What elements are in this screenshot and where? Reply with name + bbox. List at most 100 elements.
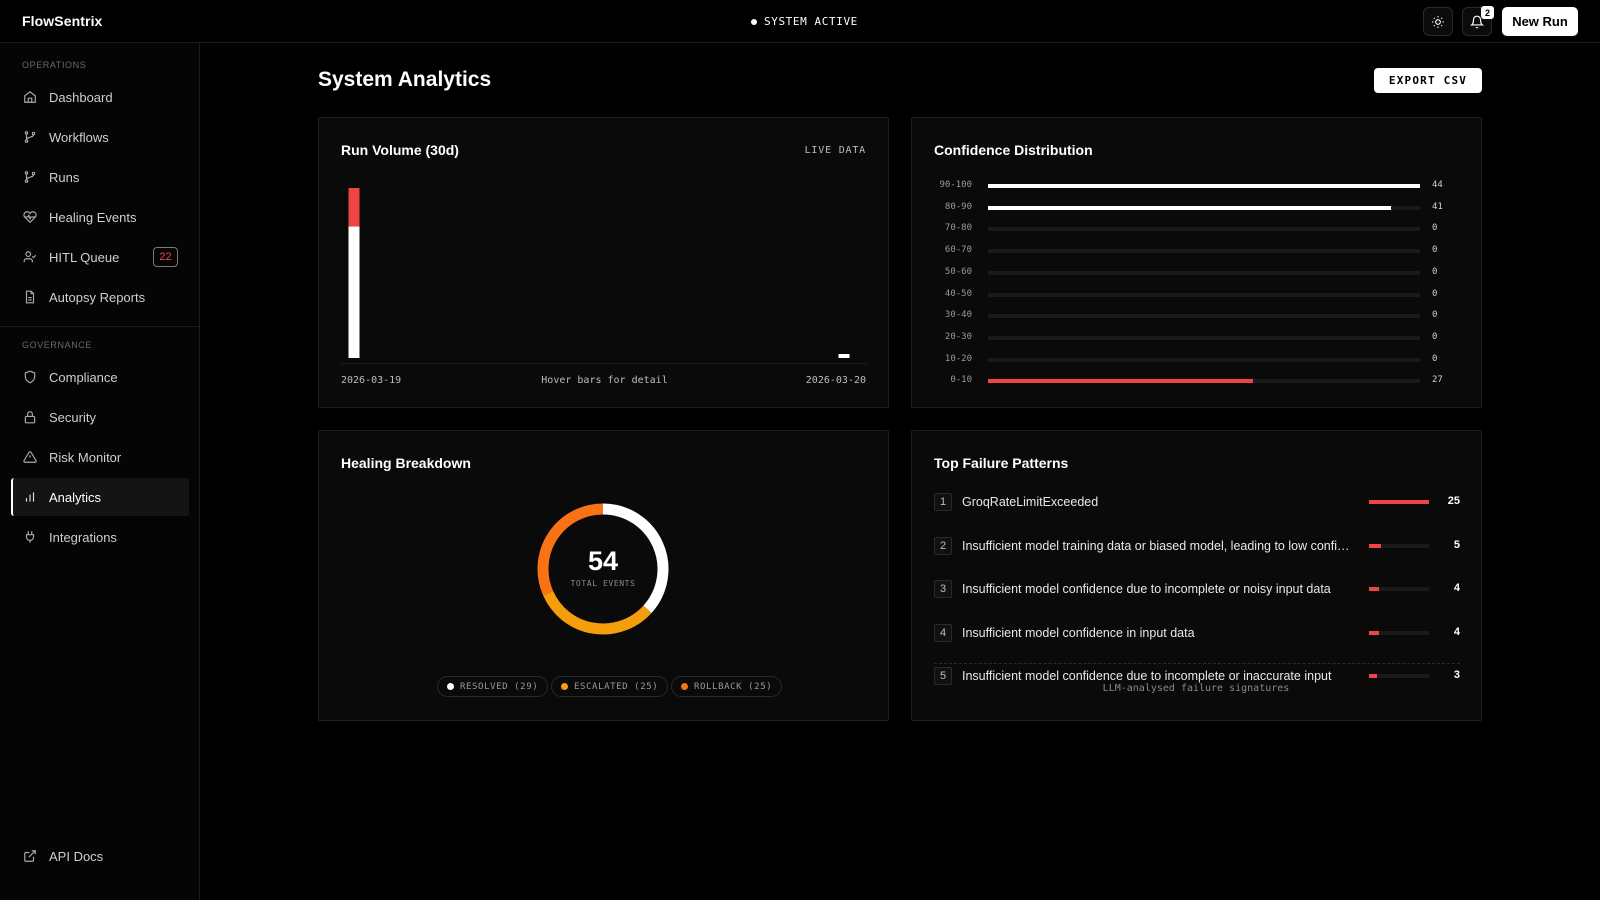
- confidence-value: 0: [1432, 266, 1438, 277]
- sidebar-item-risk-monitor[interactable]: Risk Monitor: [11, 438, 189, 476]
- run-volume-hint: Hover bars for detail: [541, 375, 668, 386]
- document-icon: [23, 290, 37, 304]
- sidebar-item-api-docs[interactable]: API Docs: [11, 837, 189, 875]
- confidence-bar-track: [988, 270, 1420, 275]
- sidebar-item-integrations[interactable]: Integrations: [11, 518, 189, 556]
- failure-bar-track: [1369, 674, 1429, 679]
- confidence-bucket-label: 30-40: [944, 310, 972, 321]
- sidebar-item-label: HITL Queue: [49, 249, 120, 265]
- confidence-row: 70-80 0: [912, 223, 1472, 235]
- failure-patterns-footer: LLM-analysed failure signatures: [1102, 683, 1290, 694]
- failure-name: GroqRateLimitExceeded: [962, 495, 1099, 509]
- status-dot-icon: [751, 18, 757, 25]
- run-volume-bar[interactable]: [348, 226, 360, 358]
- sidebar-item-label: API Docs: [49, 848, 104, 864]
- sidebar-item-autopsy-reports[interactable]: Autopsy Reports: [11, 278, 189, 316]
- confidence-bar-track: [988, 205, 1420, 210]
- notification-count-badge: 2: [1481, 6, 1494, 19]
- run-volume-bar[interactable]: [348, 188, 360, 227]
- confidence-value: 44: [1432, 180, 1443, 190]
- run-volume-title: Run Volume (30d): [341, 142, 459, 158]
- sidebar-item-workflows[interactable]: Workflows: [11, 118, 189, 156]
- healing-total: 54: [587, 546, 619, 576]
- confidence-row: 0-10 27: [912, 375, 1472, 387]
- sidebar: OPERATIONS Dashboard Workflows Runs Heal…: [0, 43, 200, 900]
- sidebar-divider: [0, 326, 200, 327]
- confidence-title: Confidence Distribution: [934, 142, 1093, 158]
- failure-count: 3: [1453, 669, 1460, 682]
- sidebar-item-dashboard[interactable]: Dashboard: [11, 78, 189, 116]
- run-volume-chart: [348, 188, 850, 358]
- app-brand[interactable]: FlowSentrix: [22, 13, 102, 29]
- confidence-bucket-label: 10-20: [944, 353, 972, 364]
- confidence-row: 50-60 0: [912, 267, 1472, 279]
- home-icon: [23, 90, 37, 104]
- user-check-icon: [23, 250, 37, 264]
- confidence-row: 40-50 0: [912, 289, 1472, 301]
- sidebar-item-label: Dashboard: [49, 89, 113, 105]
- sidebar-item-label: Integrations: [49, 529, 117, 545]
- confidence-bucket-label: 60-70: [944, 245, 972, 256]
- sidebar-item-analytics[interactable]: Analytics: [11, 478, 189, 516]
- legend-rollback: ROLLBACK (25): [671, 676, 783, 697]
- sidebar-item-label: Analytics: [49, 489, 102, 505]
- healing-title: Healing Breakdown: [341, 455, 471, 471]
- theme-toggle-button[interactable]: [1423, 7, 1453, 36]
- failure-bar: [1369, 587, 1379, 592]
- confidence-value: 41: [1432, 201, 1443, 212]
- confidence-value: 0: [1432, 245, 1438, 256]
- confidence-bar-track: [988, 357, 1420, 362]
- confidence-bar-track: [988, 335, 1420, 340]
- sidebar-item-label: Autopsy Reports: [49, 289, 146, 305]
- failure-bar-track: [1369, 500, 1429, 504]
- confidence-row: 90-100 44: [912, 180, 1472, 192]
- failure-rank: 1: [934, 493, 952, 511]
- confidence-value: 0: [1432, 223, 1438, 234]
- run-volume-bar[interactable]: [838, 354, 850, 358]
- sidebar-item-compliance[interactable]: Compliance: [11, 358, 189, 396]
- confidence-bar[interactable]: [988, 205, 1391, 210]
- confidence-bucket-label: 0-10: [950, 375, 972, 386]
- confidence-bucket-label: 40-50: [944, 288, 972, 299]
- confidence-bar[interactable]: [988, 184, 1420, 188]
- legend-dot: [681, 683, 688, 690]
- confidence-bucket-label: 20-30: [944, 331, 972, 342]
- confidence-row: 80-90 41: [912, 202, 1472, 214]
- failure-pattern-row[interactable]: 4 Insufficient model confidence in input …: [934, 620, 1460, 650]
- failure-pattern-row[interactable]: 1 GroqRateLimitExceeded 25: [934, 489, 1460, 519]
- export-csv-button[interactable]: EXPORT CSV: [1374, 68, 1482, 93]
- sidebar-item-healing-events[interactable]: Healing Events: [11, 198, 189, 236]
- failure-patterns-title: Top Failure Patterns: [934, 455, 1069, 471]
- legend-escalated: ESCALATED (25): [551, 676, 669, 697]
- failure-bar: [1369, 674, 1377, 679]
- sidebar-item-runs[interactable]: Runs: [11, 158, 189, 196]
- legend-dot: [447, 683, 454, 690]
- confidence-value: 27: [1432, 375, 1443, 386]
- new-run-button[interactable]: New Run: [1502, 7, 1578, 36]
- plug-icon: [23, 530, 37, 544]
- confidence-bucket-label: 90-100: [939, 180, 972, 190]
- failure-rank: 2: [934, 536, 952, 555]
- confidence-bar[interactable]: [988, 379, 1254, 384]
- donut-slice-escalated[interactable]: [543, 590, 652, 635]
- confidence-bar-track: [988, 227, 1420, 232]
- failure-count: 25: [1447, 495, 1460, 507]
- healing-breakdown-card: Healing Breakdown 54 TOTAL EVENTS RESOLV…: [318, 430, 889, 721]
- notifications-button[interactable]: 2: [1462, 6, 1494, 36]
- system-status: SYSTEM ACTIVE: [751, 15, 858, 28]
- failure-count: 4: [1453, 582, 1460, 595]
- failure-bar-track: [1369, 543, 1429, 548]
- sidebar-item-hitl-queue[interactable]: HITL Queue 22: [11, 238, 189, 276]
- confidence-value: 0: [1432, 310, 1438, 321]
- failure-rank: 4: [934, 623, 952, 642]
- sidebar-item-label: Compliance: [49, 369, 118, 385]
- failure-bar: [1369, 543, 1381, 548]
- failure-rank: 3: [934, 580, 952, 599]
- sidebar-item-security[interactable]: Security: [11, 398, 189, 436]
- confidence-row: 20-30 0: [912, 332, 1472, 344]
- failure-name: Insufficient model training data or bias…: [962, 538, 1354, 553]
- confidence-bar-track: [988, 292, 1420, 297]
- failure-bar: [1369, 500, 1429, 504]
- failure-pattern-row[interactable]: 3 Insufficient model confidence due to in…: [934, 576, 1460, 606]
- failure-pattern-row[interactable]: 2 Insufficient model training data or bia…: [934, 533, 1460, 563]
